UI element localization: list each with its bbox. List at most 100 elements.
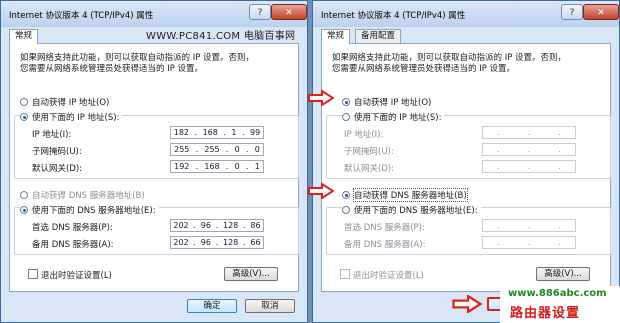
description-text: 如果网络支持此功能，则可以获取自动指派的 IP 设置。否则， 您需要从网络系统管… [332, 53, 592, 75]
auto-ip-label: 自动获得 IP 地址(O) [32, 98, 110, 108]
octet: 255 [174, 145, 190, 154]
auto-ip-option[interactable]: 自动获得 IP 地址(O) [20, 96, 109, 108]
manual-ip-option[interactable]: 使用下面的 IP 地址(S): [342, 111, 445, 123]
radio-icon [20, 191, 28, 199]
close-button[interactable]: ✕ [271, 4, 307, 20]
octet: 182 [173, 128, 190, 137]
title-bar: Internet 协议版本 4 (TCP/IPv4) 属性 ? ✕ [1, 1, 307, 27]
ok-button[interactable]: 确定 [187, 299, 237, 313]
radio-selected-icon [342, 191, 350, 199]
arrow-icon [452, 295, 482, 313]
validate-label: 退出时验证设置(L) [353, 271, 424, 281]
subnet-mask-input[interactable]: ... [482, 143, 576, 156]
octet: 202 [173, 238, 189, 247]
description-line: 您需要从网络系统管理员处获得适当的 IP 设置。 [20, 64, 204, 74]
auto-dns-label: 自动获得 DNS 服务器地址(B) [32, 191, 145, 201]
watermark-brand: 路由器设置 [510, 306, 581, 321]
ip-address-label: IP 地址(I): [344, 130, 384, 140]
radio-selected-icon [20, 206, 28, 214]
preferred-dns-input[interactable]: 202. 96. 128. 86 [170, 219, 264, 232]
radio-selected-icon [342, 98, 350, 106]
arrow-icon [308, 183, 334, 199]
help-button[interactable]: ? [561, 4, 583, 20]
watermark-url: www.886abc.com [508, 288, 607, 299]
general-panel: 如果网络支持此功能，则可以获取自动指派的 IP 设置。否则， 您需要从网络系统管… [321, 43, 611, 292]
octet: 96 [200, 238, 211, 247]
checkbox-icon [340, 269, 350, 279]
radio-icon [342, 206, 350, 214]
octet: 192 [174, 162, 190, 171]
manual-ip-label: 使用下面的 IP 地址(S): [354, 113, 442, 123]
octet: 0 [254, 145, 260, 154]
right-dialog-window: Internet 协议版本 4 (TCP/IPv4) 属性 ? ✕ 常规 备用配… [312, 0, 620, 323]
auto-dns-option[interactable]: 自动获得 DNS 服务器地址(B) [20, 189, 145, 201]
preferred-dns-label: 首选 DNS 服务器(P): [32, 223, 113, 233]
gateway-input[interactable]: ... [482, 160, 576, 173]
tab-general[interactable]: 常规 [9, 29, 39, 44]
close-button[interactable]: ✕ [583, 4, 619, 20]
auto-ip-label: 自动获得 IP 地址(O) [354, 98, 432, 108]
alternate-dns-label: 备用 DNS 服务器(A): [32, 240, 114, 250]
preferred-dns-input[interactable]: ... [482, 219, 576, 232]
description-line: 您需要从网络系统管理员处获得适当的 IP 设置。 [332, 64, 516, 74]
octet: 86 [250, 221, 261, 230]
cancel-button[interactable]: 取消 [245, 299, 295, 313]
octet: 1 [231, 128, 237, 137]
manual-dns-label: 使用下面的 DNS 服务器地址(E): [32, 206, 156, 216]
title-bar: Internet 协议版本 4 (TCP/IPv4) 属性 ? ✕ [313, 1, 619, 27]
validate-checkbox[interactable]: 退出时验证设置(L) [28, 269, 112, 281]
octet: 128 [223, 238, 239, 247]
tab-alternate-config[interactable]: 备用配置 [355, 29, 402, 43]
auto-dns-option[interactable]: 自动获得 DNS 服务器地址(B) [342, 188, 468, 202]
preferred-dns-label: 首选 DNS 服务器(P): [344, 223, 425, 233]
radio-icon [20, 98, 28, 106]
octet: 255 [204, 145, 220, 154]
advanced-button[interactable]: 高级(V)... [536, 267, 590, 281]
arrow-icon [308, 90, 334, 106]
auto-dns-label: 自动获得 DNS 服务器地址(B) [353, 188, 468, 202]
advanced-button[interactable]: 高级(V)... [224, 267, 278, 281]
octet: 0 [234, 162, 240, 171]
tab-general[interactable]: 常规 [321, 29, 351, 44]
watermark-text: WWW.PC841.COM 电脑百事网 [146, 31, 296, 42]
octet: 1 [254, 162, 260, 171]
manual-dns-option[interactable]: 使用下面的 DNS 服务器地址(E): [342, 204, 481, 216]
subnet-mask-label: 子网掩码(U): [344, 147, 394, 157]
description-line: 如果网络支持此功能，则可以获取自动指派的 IP 设置。否则， [20, 53, 255, 63]
subnet-mask-label: 子网掩码(U): [32, 147, 82, 157]
gateway-label: 默认网关(D): [32, 164, 83, 174]
validate-checkbox[interactable]: 退出时验证设置(L) [340, 269, 424, 281]
manual-dns-option[interactable]: 使用下面的 DNS 服务器地址(E): [20, 204, 159, 216]
octet: 0 [234, 145, 240, 154]
octet: 96 [200, 221, 211, 230]
manual-ip-option[interactable]: 使用下面的 IP 地址(S): [20, 111, 123, 123]
gateway-input[interactable]: 192. 168. 0. 1 [170, 160, 264, 173]
manual-dns-label: 使用下面的 DNS 服务器地址(E): [354, 206, 478, 216]
left-dialog-window: Internet 协议版本 4 (TCP/IPv4) 属性 ? ✕ 常规 WWW… [0, 0, 308, 323]
manual-ip-label: 使用下面的 IP 地址(S): [32, 113, 120, 123]
window-title: Internet 协议版本 4 (TCP/IPv4) 属性 [9, 11, 154, 21]
alternate-dns-input[interactable]: ... [482, 236, 576, 249]
ip-address-input[interactable]: 182. 168. 1. 99 [170, 126, 264, 139]
octet: 66 [250, 238, 261, 247]
ip-address-input[interactable]: ... [482, 126, 576, 139]
subnet-mask-input[interactable]: 255. 255. 0. 0 [170, 143, 264, 156]
octet: 128 [223, 221, 239, 230]
octet: 99 [250, 128, 261, 137]
alternate-dns-label: 备用 DNS 服务器(A): [344, 240, 426, 250]
gateway-label: 默认网关(D): [344, 164, 395, 174]
description-text: 如果网络支持此功能，则可以获取自动指派的 IP 设置。否则， 您需要从网络系统管… [20, 53, 280, 75]
description-line: 如果网络支持此功能，则可以获取自动指派的 IP 设置。否则， [332, 53, 567, 63]
ip-address-label: IP 地址(I): [32, 130, 72, 140]
auto-ip-option[interactable]: 自动获得 IP 地址(O) [342, 96, 431, 108]
help-button[interactable]: ? [249, 4, 271, 20]
radio-selected-icon [20, 113, 28, 121]
alternate-dns-input[interactable]: 202. 96. 128. 66 [170, 236, 264, 249]
radio-icon [342, 113, 350, 121]
general-panel: WWW.PC841.COM 电脑百事网 如果网络支持此功能，则可以获取自动指派的… [9, 31, 299, 292]
octet: 168 [204, 162, 220, 171]
validate-label: 退出时验证设置(L) [41, 271, 112, 281]
octet: 202 [173, 221, 189, 230]
checkbox-icon [28, 269, 38, 279]
window-title: Internet 协议版本 4 (TCP/IPv4) 属性 [321, 11, 466, 21]
